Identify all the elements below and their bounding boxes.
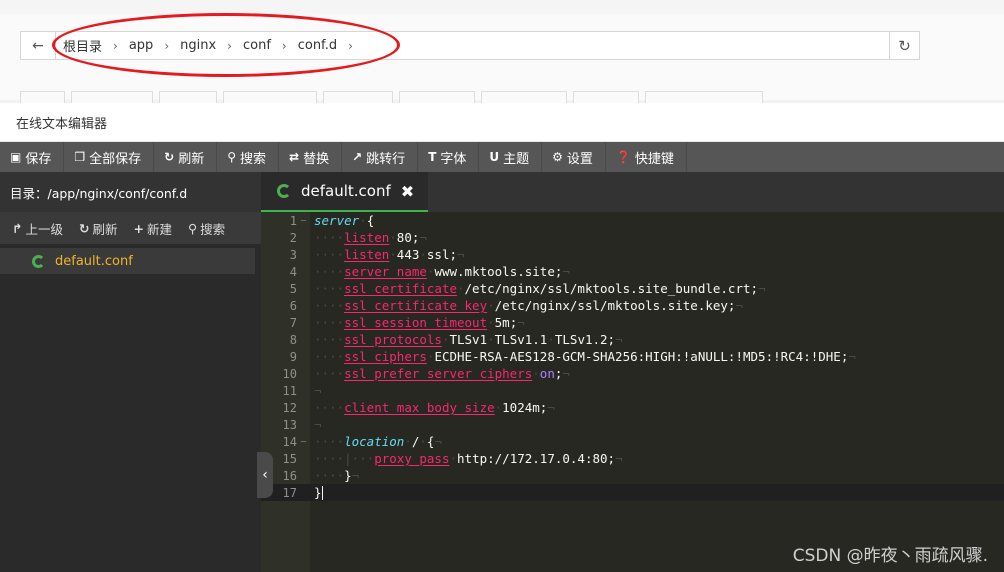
file-refresh-button[interactable]: ↻ 刷新 (79, 219, 118, 238)
background-tab (323, 91, 393, 103)
background-tab (71, 91, 153, 103)
refresh-icon: ↻ (164, 150, 175, 164)
floppy-icon: ▣ (10, 150, 22, 164)
code-line-active: 17} (261, 484, 1004, 501)
code-line: 7 ····ssl_session_timeout·5m;¬ (289, 315, 525, 330)
save-button[interactable]: ▣ 保存 (0, 142, 65, 172)
code-line: 8 ····ssl_protocols·TLSv1·TLSv1.1·TLSv1.2… (289, 332, 623, 347)
collapse-panel-button[interactable]: ‹ (257, 452, 273, 498)
editor-tabbar: default.conf ✖ (261, 172, 1004, 212)
annotation-oval (52, 13, 400, 77)
editor-window-title: 在线文本编辑器 (0, 103, 1004, 142)
chevron-left-icon: ‹ (262, 467, 268, 483)
background-tab (645, 91, 763, 103)
top-area: ← 根目录 › app › nginx › conf › conf.d › ↻ (0, 0, 1004, 103)
code-editor[interactable]: 1– server·{ 2 ····listen·80;¬ 3 ····listen·… (261, 212, 1004, 572)
file-item[interactable]: default.conf (0, 248, 255, 274)
settings-button[interactable]: ⚙ 设置 (542, 142, 606, 172)
refresh-icon: ↻ (79, 220, 90, 236)
watermark: CSDN @昨夜丶雨疏风骤. (792, 546, 988, 566)
fold-arrow-icon[interactable]: – (297, 437, 310, 447)
code-line: 2 ····listen·80;¬ (289, 230, 427, 245)
code-line: 11 ¬ (282, 383, 322, 398)
code-line: 5 ····ssl_certificate·/etc/nginx/ssl/mkto… (289, 281, 766, 296)
google-g-icon (32, 254, 45, 268)
file-panel-toolbar: ↱ 上一级 ↻ 刷新 + 新建 ⚲ 搜索 (0, 212, 261, 244)
background-tab (399, 91, 475, 103)
save-all-button[interactable]: ❐ 全部保存 (64, 142, 155, 172)
share-arrow-icon: ↱ (12, 220, 23, 236)
code-line: 14– ····location·/·{¬ (282, 434, 442, 449)
replace-button[interactable]: ⇄ 替换 (279, 142, 343, 172)
background-tab (20, 91, 65, 103)
background-tab (573, 91, 639, 103)
search-icon: ⚲ (188, 220, 198, 236)
arrow-left-icon: ← (32, 37, 44, 54)
refresh-icon: ↻ (898, 36, 911, 55)
text-cursor (321, 486, 323, 501)
file-panel: 目录：/app/nginx/conf/conf.d ↱ 上一级 ↻ 刷新 + 新建 ⚲… (0, 172, 261, 572)
up-level-button[interactable]: ↱ 上一级 (12, 219, 63, 238)
code-line: 10 ····ssl_prefer_server_ciphers·on;¬ (282, 366, 570, 381)
theme-button[interactable]: U 主题 (479, 142, 543, 172)
search-icon: ⚲ (227, 150, 237, 164)
fold-arrow-icon[interactable]: – (297, 216, 310, 226)
search-button[interactable]: ⚲ 搜索 (217, 142, 280, 172)
shortcuts-button[interactable]: ❓ 快捷键 (606, 142, 687, 172)
code-line: 6 ····ssl_certificate_key·/etc/nginx/ssl/… (289, 298, 743, 313)
pushpin-icon: ↗ (352, 150, 363, 164)
gear-icon: ⚙ (552, 150, 563, 164)
goto-line-button[interactable]: ↗ 跳转行 (342, 142, 419, 172)
background-tab (159, 91, 217, 103)
question-circle-icon: ❓ (615, 150, 631, 164)
code-line: 12 ····client_max_body_size·1024m;¬ (282, 400, 555, 415)
background-tab (481, 91, 567, 103)
google-g-icon (277, 184, 291, 198)
retweet-icon: ⇄ (289, 150, 300, 164)
tab-default-conf[interactable]: default.conf ✖ (261, 172, 428, 212)
code-line: 1– server·{ (289, 213, 375, 228)
code-line: 9 ····ssl_ciphers·ECDHE-RSA-AES128-GCM-SH… (289, 349, 856, 364)
new-file-button[interactable]: + 新建 (134, 219, 173, 238)
back-button[interactable]: ← (21, 32, 56, 59)
background-tabs (20, 91, 763, 103)
refresh-path-button[interactable]: ↻ (889, 32, 919, 59)
code-line: 4 ····server_name·www.mktools.site;¬ (289, 264, 570, 279)
copy-icon: ❐ (74, 150, 86, 164)
close-icon[interactable]: ✖ (401, 182, 414, 201)
font-button[interactable]: T 字体 (418, 142, 480, 172)
magnet-icon: U (489, 150, 500, 164)
plus-icon: + (133, 220, 144, 236)
background-tab (223, 91, 317, 103)
code-line: 3 ····listen·443·ssl;¬ (289, 247, 465, 262)
refresh-button[interactable]: ↻ 刷新 (154, 142, 218, 172)
editor-toolbar: ▣ 保存 ❐ 全部保存 ↻ 刷新 ⚲ 搜索 ⇄ 替换 ↗ 跳转行 T 字体 U 主题 ⚙ 设置 ❓… (0, 142, 1004, 172)
code-line: 15 ····|···proxy_pass·http://172.17.0.4:8… (282, 451, 623, 466)
code-line: 13 ¬ (282, 417, 322, 432)
directory-label: 目录：/app/nginx/conf/conf.d (0, 172, 261, 212)
file-search-button[interactable]: ⚲ 搜索 (188, 219, 225, 238)
code-line: 16 ····}¬ (282, 468, 360, 483)
text-height-icon: T (428, 150, 437, 164)
